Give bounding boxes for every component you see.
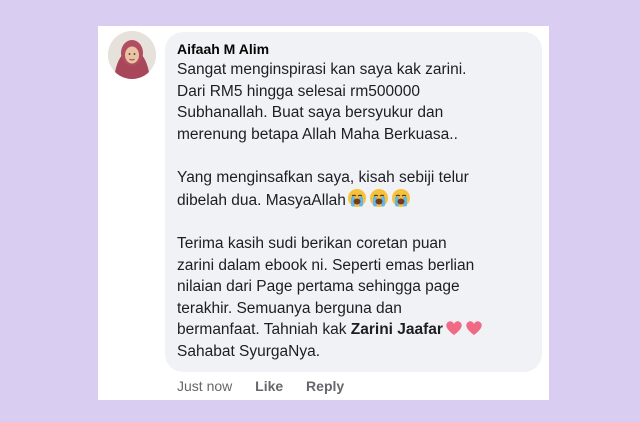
- comment-line: merenung betapa Allah Maha Berkuasa..: [177, 125, 458, 143]
- comment-card: Aifaah M Alim Sangat menginspirasi kan s…: [98, 26, 549, 400]
- comment-line: zarini dalam ebook ni. Seperti emas berl…: [177, 256, 475, 274]
- comment-line: Sahabat SyurgaNya.: [177, 342, 321, 360]
- comment-line-with-mention: bermanfaat. Tahniah kak Zarini Jaafar: [177, 319, 530, 341]
- like-button[interactable]: Like: [255, 378, 283, 394]
- comment-bubble: Aifaah M Alim Sangat menginspirasi kan s…: [165, 32, 542, 372]
- comment-line-with-emoji: dibelah dua. MasyaAllah: [177, 188, 530, 212]
- comment-line: Yang menginsafkan saya, kisah sebiji tel…: [177, 168, 469, 186]
- comment-line: Subhanallah. Buat saya bersyukur dan: [177, 104, 444, 121]
- comment-line: Terima kasih sudi berikan coretan puan: [177, 235, 447, 252]
- comment-line-text: bermanfaat. Tahniah kak: [177, 321, 351, 338]
- comment-timestamp[interactable]: Just now: [177, 378, 232, 394]
- loudly-crying-face-icon: [347, 188, 413, 208]
- comment-line: terakhir. Semuanya berguna dan: [177, 299, 402, 317]
- heart-icon: [444, 319, 484, 337]
- avatar[interactable]: [108, 31, 156, 79]
- comment-line: Dari RM5 hingga selesai rm500000: [177, 82, 420, 100]
- reply-button[interactable]: Reply: [306, 378, 344, 394]
- comment-author[interactable]: Aifaah M Alim: [177, 40, 530, 58]
- comment-line: Sangat menginspirasi kan saya kak zarini…: [177, 61, 467, 78]
- comment-text: Sangat menginspirasi kan saya kak zarini…: [177, 59, 530, 362]
- comment-line-text: dibelah dua. MasyaAllah: [177, 192, 346, 209]
- comment-line: nilaian dari Page pertama sehingga page: [177, 278, 460, 295]
- mention-link[interactable]: Zarini Jaafar: [351, 321, 443, 338]
- comment-actions: Just now Like Reply: [177, 378, 363, 394]
